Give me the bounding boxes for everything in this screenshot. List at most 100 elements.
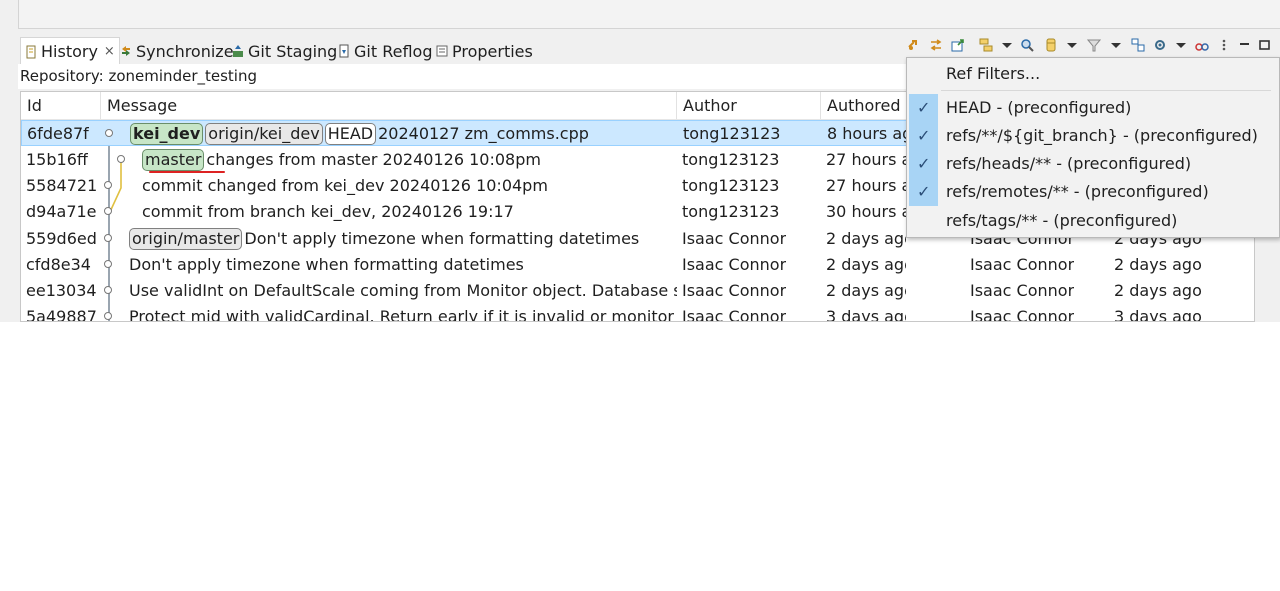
branch-ref-badge: kei_dev [130, 123, 204, 145]
commit-node [117, 155, 125, 163]
commit-message: commit changed from kei_dev 20240126 10:… [142, 176, 548, 195]
tab-git-staging-label: Git Staging [248, 41, 338, 61]
commit-committed-date: 2 days ago [1114, 255, 1202, 274]
commit-node [104, 234, 112, 242]
remote-ref-badge: origin/master [129, 228, 243, 250]
ref-filter-icon[interactable] [1044, 38, 1058, 52]
check-background: ✓ [909, 94, 938, 122]
tab-git-staging[interactable]: Git Staging [232, 40, 337, 62]
commit-committed-date: 2 days ago [1114, 281, 1202, 300]
branch-ref-badge: master [142, 149, 205, 171]
commit-date: 8 hours ago [827, 124, 907, 143]
synchronize-icon [122, 46, 130, 56]
head-ref-badge: HEAD [324, 123, 377, 145]
commit-author: Isaac Connor [682, 307, 787, 322]
chevron-down-icon[interactable] [1000, 38, 1014, 52]
commit-message: Don't apply timezone when formatting dat… [129, 255, 524, 274]
commit-author: tong123123 [683, 124, 781, 143]
commit-node [104, 286, 112, 294]
commit-date: 27 hours ag [826, 150, 906, 169]
commit-date: 27 hours ag [826, 176, 906, 195]
tab-properties-label: Properties [452, 41, 533, 61]
check-background: ✓ [909, 150, 938, 178]
tab-properties[interactable]: Properties [436, 40, 533, 62]
commit-message: Protect mid with validCardinal. Return e… [129, 307, 677, 322]
chevron-down-icon[interactable] [1174, 38, 1188, 52]
column-header-author[interactable]: Author [677, 92, 821, 119]
link-with-selection-icon[interactable] [907, 38, 921, 52]
commit-committed-date: 3 days ago [1114, 307, 1202, 322]
table-row[interactable]: ee13034 Use validInt on DefaultScale com… [21, 278, 1254, 304]
commit-message-cell: kei_dev origin/kei_dev HEAD 20240127 zm_com… [130, 121, 589, 147]
commit-message: commit from branch kei_dev, 20240126 19:… [142, 202, 514, 221]
commit-author: Isaac Connor [682, 281, 787, 300]
export-icon[interactable] [951, 38, 965, 52]
column-header-message[interactable]: Message [101, 92, 677, 119]
commit-message-cell: origin/master Don't apply timezone when f… [129, 226, 639, 252]
commit-message: 20240127 zm_comms.cpp [378, 124, 589, 143]
tab-git-reflog-label: Git Reflog [354, 41, 433, 61]
commit-id: 15b16ff [26, 150, 88, 169]
pin-icon[interactable] [1195, 38, 1209, 52]
menu-item-ref-filters[interactable]: Ref Filters... [907, 60, 1279, 88]
tab-history[interactable]: History × [20, 37, 120, 65]
commit-author: Isaac Connor [682, 229, 787, 248]
commit-author: tong123123 [682, 176, 780, 195]
editor-area [18, 0, 1280, 29]
compare-mode-icon[interactable] [929, 38, 943, 52]
tab-synchronize[interactable]: Synchronize [120, 40, 234, 62]
commit-node [104, 181, 112, 189]
table-row[interactable]: cfd8e34 Don't apply timezone when format… [21, 252, 1254, 278]
commit-author: tong123123 [682, 202, 780, 221]
commit-message-cell: master changes from master 20240126 10:08… [142, 147, 541, 173]
search-icon[interactable] [1020, 38, 1034, 52]
check-icon: ✓ [917, 182, 931, 201]
commit-committer: Isaac Connor [970, 281, 1075, 300]
commit-id: d94a71e [26, 202, 97, 221]
commit-date: 30 hours ag [826, 202, 906, 221]
check-icon: ✓ [917, 98, 931, 117]
menu-item-label: HEAD - (preconfigured) [946, 98, 1132, 117]
history-icon [26, 45, 36, 58]
menu-separator [941, 90, 1271, 91]
commit-message: Don't apply timezone when formatting dat… [244, 229, 640, 248]
check-icon: ✓ [917, 154, 931, 173]
check-background: ✓ [909, 178, 938, 206]
close-icon[interactable]: × [104, 44, 115, 59]
commit-date: 2 days ago [826, 255, 906, 274]
annotation-underline [149, 171, 225, 173]
menu-item-head[interactable]: ✓ HEAD - (preconfigured) [907, 94, 1279, 122]
commit-author: Isaac Connor [682, 255, 787, 274]
chevron-down-icon[interactable] [1109, 38, 1123, 52]
filter-icon[interactable] [1087, 38, 1101, 52]
chevron-down-icon[interactable] [1065, 38, 1079, 52]
git-reflog-icon [339, 44, 349, 58]
commit-committer: Isaac Connor [970, 307, 1075, 322]
commit-node [105, 129, 113, 137]
menu-item-heads[interactable]: ✓ refs/heads/** - (preconfigured) [907, 150, 1279, 178]
menu-item-label: refs/**/${git_branch} - (preconfigured) [946, 126, 1258, 145]
tab-synchronize-label: Synchronize [136, 41, 234, 61]
menu-item-tags[interactable]: refs/tags/** - (preconfigured) [907, 207, 1279, 235]
check-background: ✓ [909, 122, 938, 150]
commit-committer: Isaac Connor [970, 255, 1075, 274]
column-header-id[interactable]: Id [21, 92, 101, 119]
more-options-icon[interactable] [1217, 38, 1231, 52]
maximize-icon[interactable] [1258, 38, 1272, 52]
remote-ref-badge: origin/kei_dev [205, 123, 323, 145]
settings-icon[interactable] [1153, 38, 1167, 52]
tab-git-reflog[interactable]: Git Reflog [338, 40, 432, 62]
commit-id: 5a49887 [26, 307, 97, 322]
menu-item-label: refs/heads/** - (preconfigured) [946, 154, 1192, 173]
layout-icon[interactable] [1131, 38, 1145, 52]
commit-message: Use validInt on DefaultScale coming from… [129, 281, 677, 300]
show-branches-icon[interactable] [979, 38, 993, 52]
commit-date: 2 days ago [826, 281, 906, 300]
menu-item-git-branch[interactable]: ✓ refs/**/${git_branch} - (preconfigured… [907, 122, 1279, 150]
menu-item-remotes[interactable]: ✓ refs/remotes/** - (preconfigured) [907, 178, 1279, 206]
minimize-icon[interactable] [1238, 38, 1252, 52]
git-staging-icon [233, 45, 243, 57]
commit-node [104, 312, 112, 320]
menu-item-label: refs/tags/** - (preconfigured) [946, 211, 1178, 230]
table-row[interactable]: 5a49887 Protect mid with validCardinal. … [21, 304, 1254, 322]
